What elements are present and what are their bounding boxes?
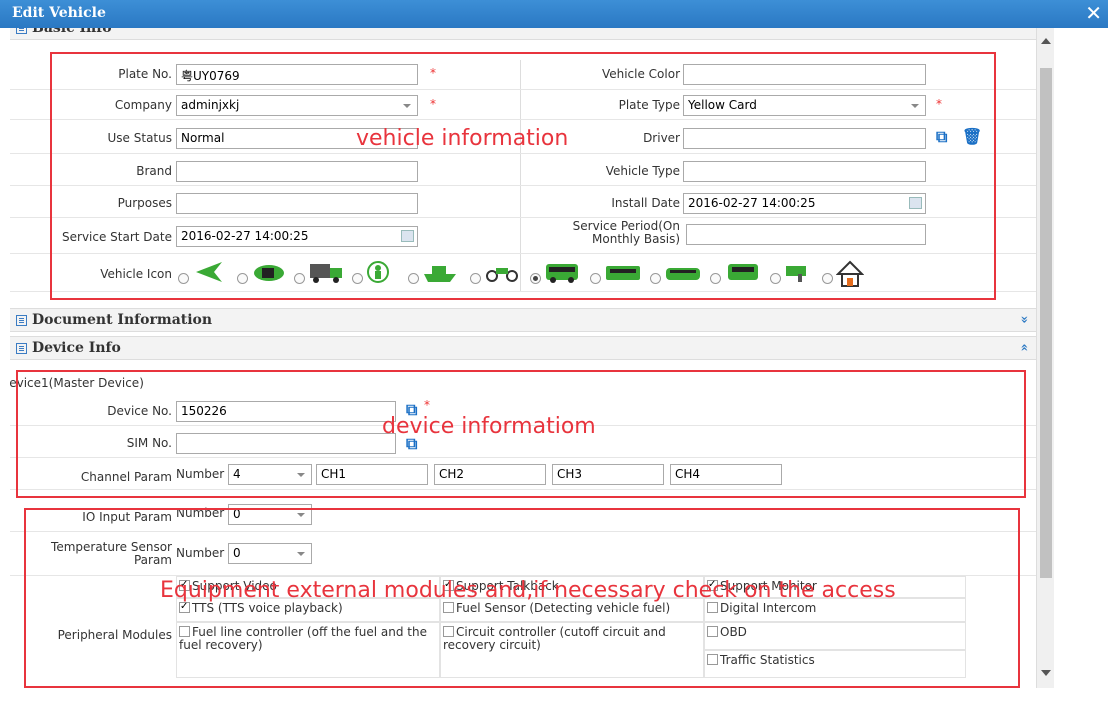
annotation-modules: Equipment external modules and,if necess… — [160, 578, 896, 603]
section-basic-info-title: Basic Info — [32, 28, 112, 36]
section-icon — [16, 28, 27, 34]
scroll-up-icon[interactable] — [1041, 38, 1051, 44]
close-icon[interactable]: ✕ — [1085, 2, 1102, 24]
vertical-scrollbar[interactable] — [1036, 28, 1054, 688]
form-content: Basic Info Plate No. 粤UY0769 * Vehicle C… — [10, 28, 1036, 688]
scroll-down-icon[interactable] — [1041, 670, 1051, 676]
annotation-device: device informatiom — [382, 414, 596, 439]
window-title: Edit Vehicle — [12, 5, 106, 21]
annotation-vehicle: vehicle information — [356, 126, 569, 151]
scroll-thumb[interactable] — [1040, 68, 1052, 578]
section-basic-info[interactable]: Basic Info — [10, 28, 1036, 40]
section-document-info[interactable]: Document Information » — [10, 308, 1036, 332]
section-document-title: Document Information — [32, 312, 213, 328]
window-titlebar: Edit Vehicle ✕ — [0, 0, 1108, 28]
collapse-icon[interactable]: « — [1016, 343, 1031, 351]
section-icon — [16, 343, 27, 354]
section-device-info[interactable]: Device Info « — [10, 336, 1036, 360]
expand-icon[interactable]: » — [1016, 315, 1031, 323]
section-device-title: Device Info — [32, 340, 121, 356]
section-icon — [16, 315, 27, 326]
annotation-box-vehicle — [50, 52, 996, 300]
